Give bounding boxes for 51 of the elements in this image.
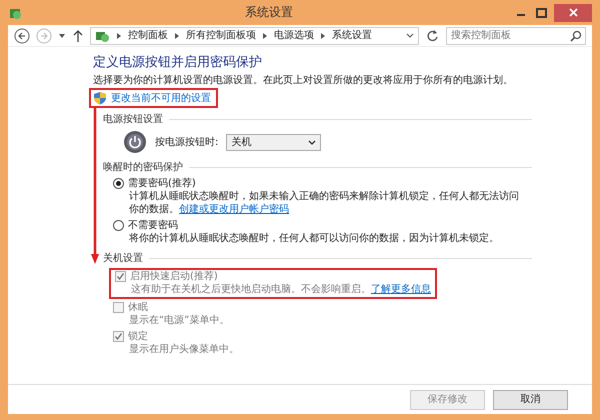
section-heading: 电源按钮设置 bbox=[103, 113, 163, 126]
option-label[interactable]: 休眠 bbox=[128, 301, 148, 314]
close-icon bbox=[568, 7, 578, 18]
chevron-down-icon bbox=[308, 138, 316, 146]
cancel-button[interactable]: 取消 bbox=[493, 390, 568, 410]
maximize-button[interactable] bbox=[534, 6, 548, 20]
section-heading: 唤醒时的密码保护 bbox=[103, 161, 183, 174]
refresh-button[interactable] bbox=[425, 28, 440, 43]
checkbox[interactable] bbox=[113, 302, 124, 313]
radio-button[interactable] bbox=[113, 178, 124, 189]
power-icon bbox=[123, 130, 147, 154]
chevron-icon bbox=[262, 32, 268, 40]
chevron-icon bbox=[174, 32, 180, 40]
password-link[interactable]: 创建或更改用户帐户密码 bbox=[179, 204, 289, 215]
dropdown-icon[interactable] bbox=[58, 32, 66, 40]
option-description: 将你的计算机从睡眠状态唤醒时，任何人都可以访问你的数据，因为计算机未锁定。 bbox=[129, 232, 499, 245]
address-bar[interactable]: 控制面板 所有控制面板项 电源选项 系统设置 bbox=[90, 26, 419, 44]
option-description: 显示在“电源”菜单中。 bbox=[129, 315, 230, 326]
close-button[interactable] bbox=[554, 4, 592, 22]
learn-more-link[interactable]: 了解更多信息 bbox=[371, 284, 431, 295]
chevron-icon bbox=[116, 32, 122, 40]
option-description: 显示在用户头像菜单中。 bbox=[129, 344, 239, 355]
option-label[interactable]: 不需要密码 bbox=[128, 219, 178, 232]
change-settings-link[interactable]: 更改当前不可用的设置 bbox=[89, 88, 218, 108]
description-text: 选择要为你的计算机设置的电源设置。在此页上对设置所做的更改将应用于你所有的电源计划。 bbox=[93, 74, 514, 87]
power-action-dropdown[interactable]: 关机 bbox=[226, 134, 322, 150]
window-title: 系统设置 bbox=[244, 6, 294, 19]
breadcrumb-item[interactable]: 电源选项 bbox=[274, 29, 314, 42]
breadcrumb-item[interactable]: 系统设置 bbox=[332, 29, 372, 42]
option-description: 这有助于在关机之后更快地启动电脑。不会影响重启。 bbox=[131, 284, 371, 295]
check-icon bbox=[116, 272, 125, 281]
option-label[interactable]: 启用快速启动(推荐) bbox=[130, 270, 218, 283]
checkbox[interactable] bbox=[113, 331, 124, 342]
option-label[interactable]: 锁定 bbox=[128, 330, 148, 343]
checkbox[interactable] bbox=[115, 271, 126, 282]
shield-icon bbox=[93, 91, 107, 105]
field-label: 按电源按钮时: bbox=[155, 136, 218, 148]
option-description: 计算机从睡眠状态唤醒时，如果未输入正确的密码来解除计算机锁定，任何人都无法访问你的数据。创建或更改用户帐户密码 bbox=[129, 190, 519, 216]
search-field[interactable]: 搜索控制面板 bbox=[446, 26, 586, 44]
chevron-down-icon[interactable] bbox=[406, 32, 414, 39]
search-icon bbox=[570, 30, 582, 42]
up-button[interactable] bbox=[72, 28, 84, 42]
chevron-icon bbox=[320, 32, 326, 40]
page-heading: 定义电源按钮并启用密码保护 bbox=[93, 55, 263, 71]
check-icon bbox=[114, 332, 123, 341]
option-label[interactable]: 需要密码(推荐) bbox=[128, 177, 196, 190]
back-button[interactable] bbox=[14, 28, 30, 44]
breadcrumb-item[interactable]: 所有控制面板项 bbox=[186, 29, 256, 42]
radio-button[interactable] bbox=[113, 220, 124, 231]
section-heading: 关机设置 bbox=[103, 252, 143, 265]
breadcrumb-item[interactable]: 控制面板 bbox=[128, 29, 168, 42]
